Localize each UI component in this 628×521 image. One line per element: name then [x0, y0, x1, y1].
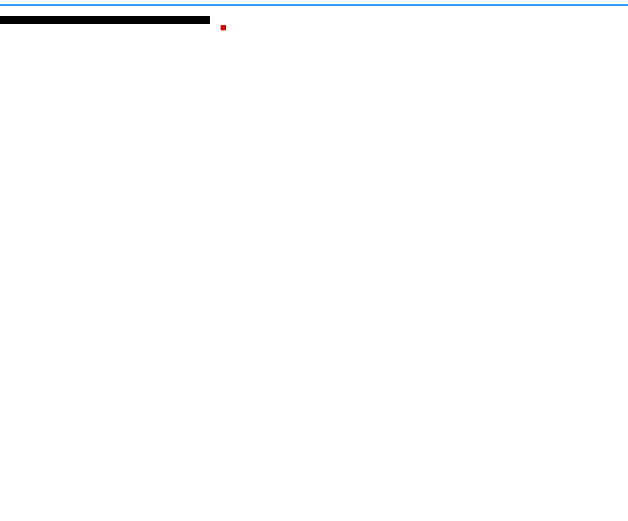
bullet-icon: ■: [220, 20, 227, 36]
console-output: [0, 16, 210, 24]
debug-tree: [0, 0, 628, 6]
explanation-note: ■: [220, 20, 565, 36]
